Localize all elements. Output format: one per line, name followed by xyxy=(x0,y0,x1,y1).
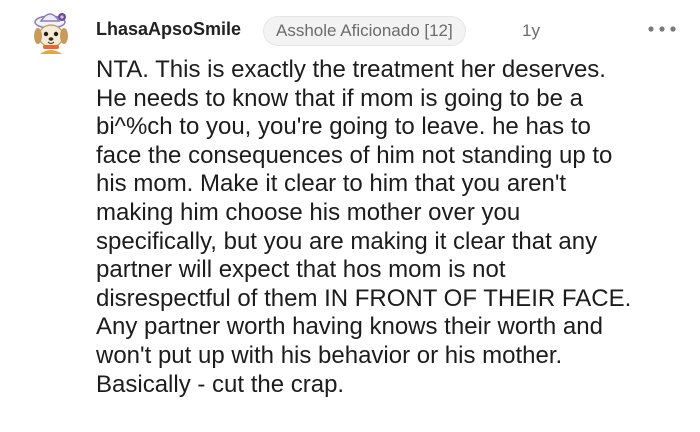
more-options-button[interactable] xyxy=(648,19,676,39)
comment-line: partner will expect that hos mom is not xyxy=(96,256,506,284)
user-flair: Asshole Aficionado [12] xyxy=(263,16,466,46)
comment-line: making him choose his mother over you xyxy=(96,198,521,226)
comment-line: Basically - cut the crap. xyxy=(96,370,345,398)
comment-line: face the consequences of him not standin… xyxy=(96,141,613,169)
comment-line: won't put up with his behavior or his mo… xyxy=(96,341,563,369)
comment-line: He needs to know that if mom is going to… xyxy=(96,84,583,112)
comment-line: NTA. This is exactly the treatment her d… xyxy=(96,56,606,83)
comment-line: Any partner worth having knows their wor… xyxy=(96,313,603,341)
comment-line: specifically, but you are making it clea… xyxy=(96,227,598,255)
comment-line: disrespectful of them IN FRONT OF THEIR … xyxy=(96,284,632,312)
username[interactable]: LhasaApsoSmile xyxy=(96,19,241,40)
user-avatar[interactable] xyxy=(28,8,74,54)
comment-line: bi^%ch to you, you're going to leave. he… xyxy=(96,113,591,141)
comment: LhasaApsoSmile Asshole Aficionado [12] 1… xyxy=(0,0,700,432)
comment-line: his mom. Make it clear to him that you a… xyxy=(96,170,567,198)
comment-body: NTA. This is exactly the treatment her d… xyxy=(96,56,692,399)
more-horizontal-icon xyxy=(648,26,676,32)
comment-age: 1y xyxy=(522,21,540,40)
avatar-dog-icon xyxy=(34,13,68,54)
